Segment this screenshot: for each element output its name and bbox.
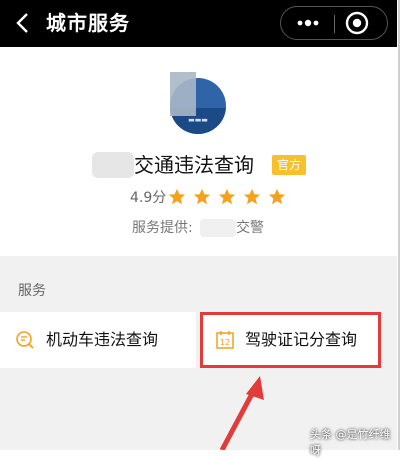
license-points-query[interactable]: 12 驾驶证记分查询 (200, 312, 381, 368)
watermark: 头条 @是竹纤维呀 (310, 428, 391, 457)
more-dots-icon[interactable] (294, 14, 322, 32)
services-section: 服务 机动车违法查询 12 驾驶证记分查询 (0, 256, 397, 450)
provider-label: 服务提供: (132, 220, 193, 236)
target-close-icon[interactable] (345, 11, 369, 35)
star-icon (244, 188, 261, 205)
provider-name: 交警 (236, 220, 264, 236)
rating-score: 4.9分 (130, 190, 167, 206)
title-bar: 城市服务 (0, 0, 397, 47)
official-badge: 官方 (272, 155, 307, 175)
star-icon (168, 188, 186, 205)
logo-blur-cover (170, 72, 196, 116)
star-rating (168, 188, 288, 208)
vehicle-violation-label: 机动车违法查询 (46, 330, 159, 349)
service-name: 交通违法查询 (134, 153, 254, 177)
service-name-row: 交通违法查询 官方 (0, 150, 397, 180)
capsule-divider (334, 15, 335, 33)
calendar-12-icon: 12 (216, 331, 234, 349)
license-points-label: 驾驶证记分查询 (245, 330, 358, 349)
page-title: 城市服务 (46, 11, 130, 35)
service-logo: ▬▬▬ (170, 72, 228, 136)
star-icon (219, 188, 236, 205)
star-icon (193, 188, 211, 205)
services-heading: 服务 (18, 283, 46, 299)
rating-row: 4.9分 (0, 186, 397, 210)
blurred-region (200, 219, 236, 237)
star-icon (269, 188, 286, 205)
vehicle-violation-query[interactable]: 机动车违法查询 (0, 312, 196, 368)
chevron-left-icon[interactable] (12, 10, 36, 36)
search-document-icon (16, 331, 34, 349)
app-frame: 城市服务 ▬▬▬ 交通违法查询 官方 4.9分 服务提供: 交警 服务 机动车违… (0, 0, 400, 457)
mini-program-capsule (280, 6, 388, 40)
provider-row: 服务提供: 交警 (0, 216, 397, 240)
annotation-arrow (219, 376, 264, 450)
blurred-region (92, 152, 134, 178)
svg-text:12: 12 (220, 338, 230, 347)
